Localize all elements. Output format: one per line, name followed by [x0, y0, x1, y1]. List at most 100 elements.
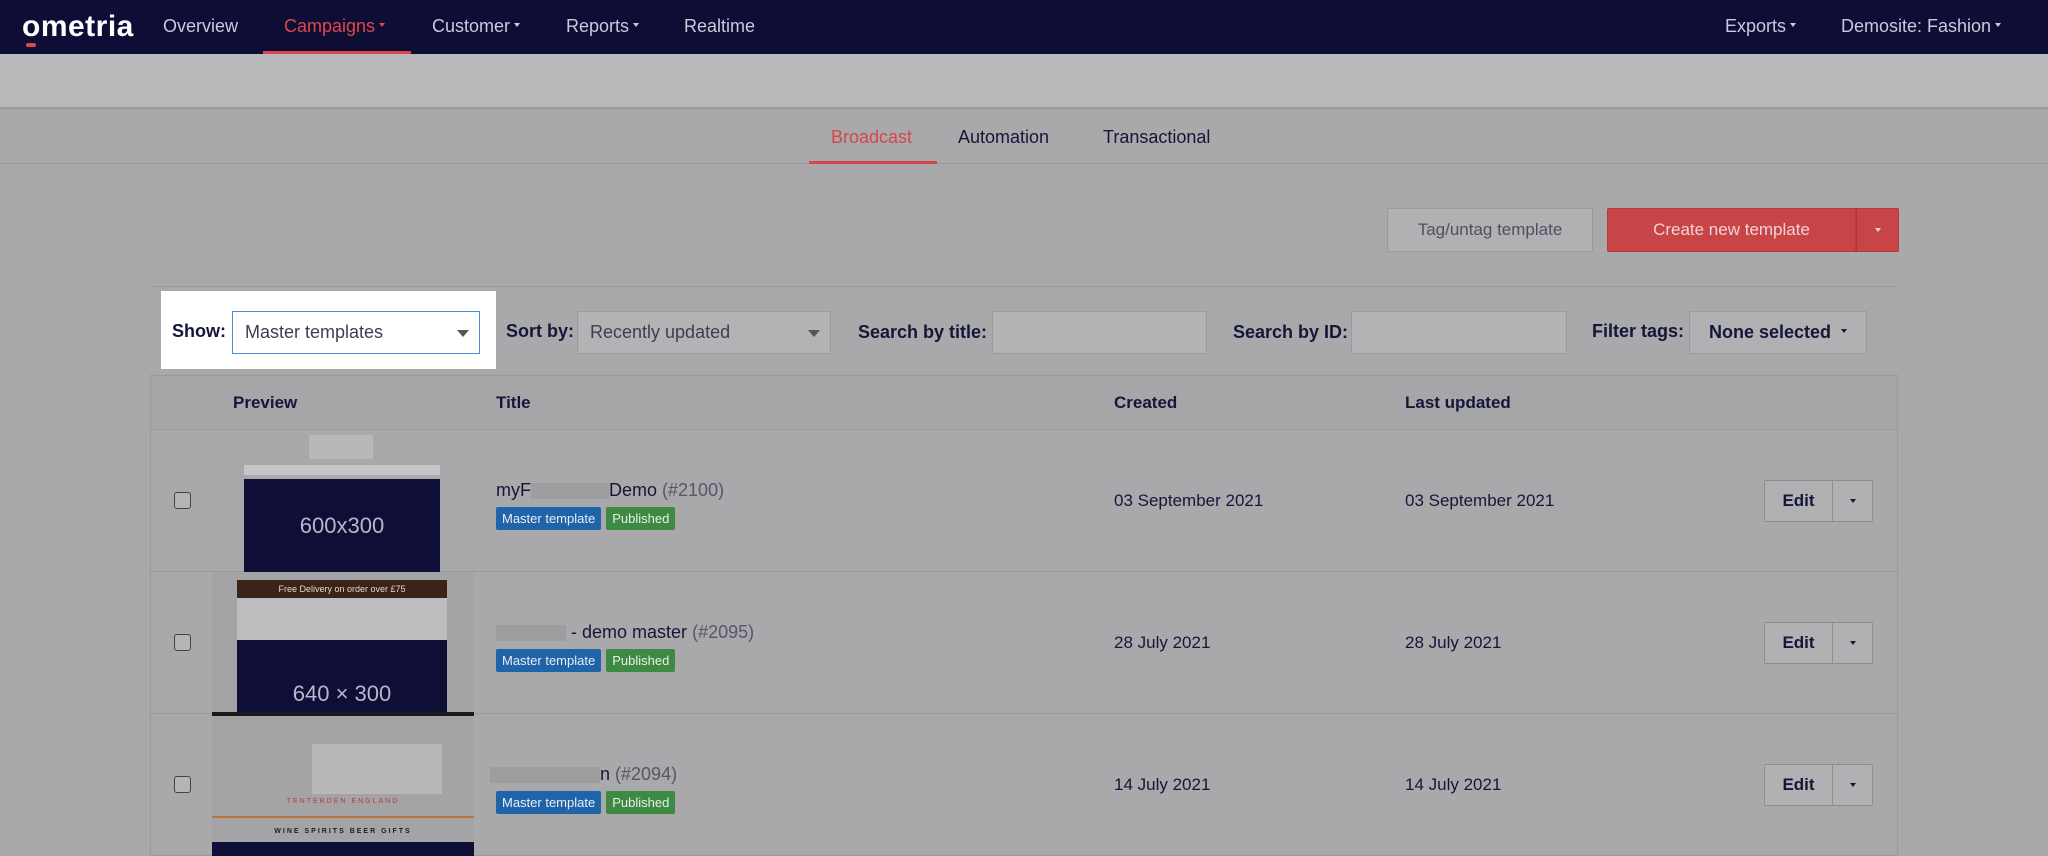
preview-image	[212, 842, 474, 856]
nav-reports-label: Reports	[566, 16, 630, 36]
caret-down-icon	[1849, 783, 1856, 787]
published-badge: Published	[606, 649, 676, 672]
tab-active-indicator	[809, 161, 937, 164]
updated-date: 14 July 2021	[1405, 775, 1502, 794]
created-date: 03 September 2021	[1114, 491, 1264, 510]
template-title[interactable]: - demo master (#2095)	[496, 622, 754, 643]
created-date: 14 July 2021	[1114, 775, 1211, 794]
sub-header-bar	[0, 54, 2048, 109]
sort-select[interactable]: Recently updated	[577, 311, 831, 354]
col-title[interactable]: Title	[496, 393, 531, 413]
template-id: (#2094)	[615, 764, 678, 784]
nav-reports[interactable]: Reports	[566, 16, 640, 37]
search-id-input[interactable]	[1351, 311, 1567, 354]
preview-header	[237, 598, 447, 640]
preview-rule	[212, 816, 474, 818]
preview-size-label: 600x300	[299, 512, 385, 538]
redacted-text	[496, 625, 566, 642]
nav-campaigns-label: Campaigns	[284, 16, 376, 36]
preview-banner: Free Delivery on order over £75	[237, 580, 447, 598]
tag-untag-template-button[interactable]: Tag/untag template	[1387, 208, 1593, 252]
preview-banner-text: Free Delivery on order over £75	[278, 584, 406, 594]
dropdown-arrow-icon	[457, 330, 469, 337]
preview-nav-text: WINE SPIRITS BEER GIFTS	[274, 828, 412, 835]
nav-exports-label: Exports	[1725, 16, 1787, 36]
template-preview[interactable]: 600x300	[244, 435, 440, 572]
updated-date: 28 July 2021	[1405, 633, 1502, 652]
edit-button[interactable]: Edit	[1764, 764, 1833, 806]
row-actions-dropdown[interactable]	[1833, 622, 1873, 664]
title-text-end: - demo master	[571, 622, 688, 642]
tag-untag-label: Tag/untag template	[1417, 220, 1563, 239]
sort-label: Sort by:	[506, 321, 575, 341]
table-header: Preview Title Created Last updated	[151, 375, 1897, 430]
row-checkbox[interactable]	[174, 776, 191, 793]
templates-table: Preview Title Created Last updated 600x3…	[150, 375, 1898, 856]
tab-automation[interactable]: Automation	[958, 127, 1049, 148]
table-row: 600x300 myF Demo (#2100) Master template …	[151, 430, 1897, 572]
nav-exports[interactable]: Exports	[1725, 16, 1797, 37]
nav-overview-label: Overview	[163, 16, 239, 36]
show-select[interactable]: Master templates	[232, 311, 480, 354]
create-template-label: Create new template	[1653, 220, 1810, 239]
row-actions-dropdown[interactable]	[1833, 764, 1873, 806]
caret-down-icon	[1790, 23, 1797, 28]
logo-accent	[26, 43, 36, 47]
preview-image: 640 × 300	[237, 650, 447, 712]
nav-site-switcher[interactable]: Demosite: Fashion	[1841, 16, 2002, 37]
title-text-end: n	[600, 764, 611, 784]
nav-campaigns[interactable]: Campaigns	[284, 16, 386, 37]
tab-broadcast[interactable]: Broadcast	[831, 127, 912, 148]
master-template-badge: Master template	[496, 507, 602, 530]
template-preview[interactable]: Free Delivery on order over £75 640 × 30…	[212, 572, 474, 718]
tab-transactional[interactable]: Transactional	[1103, 127, 1210, 148]
published-badge: Published	[606, 507, 676, 530]
nav-customer[interactable]: Customer	[432, 16, 521, 37]
nav-realtime-label: Realtime	[684, 16, 756, 36]
caret-down-icon	[1849, 499, 1856, 503]
caret-down-icon	[379, 23, 386, 28]
preview-logo-placeholder	[312, 744, 442, 794]
dropdown-arrow-icon	[808, 330, 820, 337]
row-checkbox[interactable]	[174, 492, 191, 509]
create-template-dropdown-toggle[interactable]	[1856, 208, 1899, 252]
nav-realtime[interactable]: Realtime	[684, 16, 755, 37]
nav-overview[interactable]: Overview	[163, 16, 238, 37]
template-preview[interactable]: TENTERDEN ENGLAND WINE SPIRITS BEER GIFT…	[212, 716, 474, 856]
preview-nav-strip	[244, 465, 440, 475]
create-new-template-button[interactable]: Create new template	[1607, 208, 1856, 252]
nav-customer-label: Customer	[432, 16, 511, 36]
col-created[interactable]: Created	[1114, 393, 1177, 413]
edit-button[interactable]: Edit	[1764, 622, 1833, 664]
edit-label: Edit	[1782, 491, 1815, 510]
preview-brand-text: TENTERDEN ENGLAND	[286, 798, 400, 805]
template-title[interactable]: n (#2094)	[490, 764, 677, 785]
preview-size-label: 640 × 300	[292, 681, 392, 706]
row-checkbox[interactable]	[174, 634, 191, 651]
title-text-end: Demo	[609, 480, 658, 500]
master-template-badge: Master template	[496, 649, 602, 672]
preview-logo-placeholder	[309, 435, 373, 459]
filter-tags-dropdown[interactable]: None selected	[1689, 311, 1867, 354]
caret-down-icon	[633, 23, 640, 28]
nav-site-label: Demosite: Fashion	[1841, 16, 1992, 36]
preview-image: 600x300	[244, 479, 440, 572]
edit-button[interactable]: Edit	[1764, 480, 1833, 522]
edit-label: Edit	[1782, 775, 1815, 794]
caret-down-icon	[1874, 228, 1881, 232]
caret-down-icon	[1841, 328, 1848, 333]
template-title[interactable]: myF Demo (#2100)	[496, 480, 724, 501]
edit-label: Edit	[1782, 633, 1815, 652]
sort-select-value: Recently updated	[590, 322, 731, 342]
col-last-updated[interactable]: Last updated	[1405, 393, 1511, 413]
caret-down-icon	[1995, 23, 2002, 28]
row-badges: Master template Published	[496, 791, 676, 814]
filter-tags-label: Filter tags:	[1592, 321, 1685, 341]
master-template-badge: Master template	[496, 791, 602, 814]
preview-nav-strip	[237, 640, 447, 650]
ometria-logo[interactable]: ometria	[22, 10, 134, 47]
table-row: TENTERDEN ENGLAND WINE SPIRITS BEER GIFT…	[151, 714, 1897, 856]
logo-text: ometria	[22, 10, 134, 43]
search-title-input[interactable]	[992, 311, 1207, 354]
row-actions-dropdown[interactable]	[1833, 480, 1873, 522]
